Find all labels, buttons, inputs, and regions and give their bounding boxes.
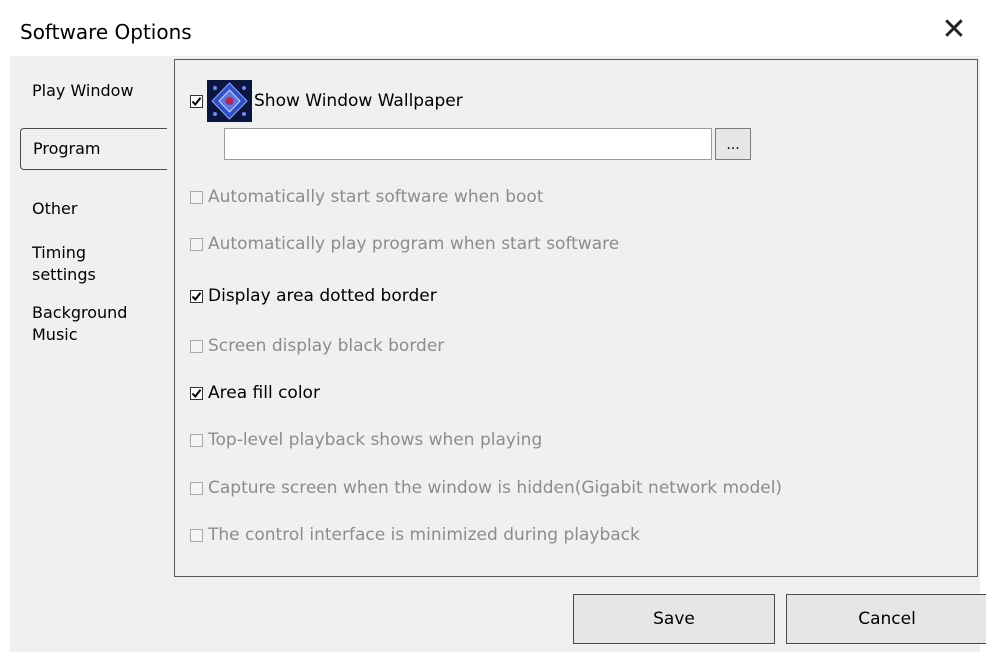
tab-background-music[interactable]: Background Music <box>20 300 170 356</box>
tab-program[interactable]: Program <box>20 128 167 170</box>
browse-button[interactable]: ... <box>715 128 751 160</box>
window-title: Software Options <box>20 20 192 44</box>
option-capture-hidden[interactable]: Capture screen when the window is hidden… <box>190 477 782 499</box>
check-icon <box>191 96 202 106</box>
tab-label: Background Music <box>32 303 128 344</box>
checkbox[interactable] <box>190 289 203 303</box>
checkbox[interactable] <box>190 386 203 400</box>
close-icon[interactable]: ✕ <box>936 12 972 48</box>
option-auto-play-program[interactable]: Automatically play program when start so… <box>190 233 619 255</box>
option-black-border[interactable]: Screen display black border <box>190 335 444 357</box>
save-button[interactable]: Save <box>573 594 775 644</box>
option-label: Area fill color <box>208 383 320 403</box>
tab-other[interactable]: Other <box>20 194 170 222</box>
show-wallpaper-label: Show Window Wallpaper <box>254 91 463 111</box>
tab-timing-settings[interactable]: Timing settings <box>20 240 170 296</box>
checkbox[interactable] <box>190 433 203 447</box>
show-wallpaper-checkbox[interactable] <box>190 94 203 108</box>
wallpaper-pattern-icon <box>207 80 252 122</box>
option-dotted-border[interactable]: Display area dotted border <box>190 285 437 307</box>
checkbox[interactable] <box>190 339 203 353</box>
show-wallpaper-option[interactable]: Show Window Wallpaper <box>190 80 463 122</box>
wallpaper-path-input[interactable] <box>224 128 712 160</box>
check-icon <box>191 388 202 398</box>
option-area-fill-color[interactable]: Area fill color <box>190 382 320 404</box>
option-label: Automatically play program when start so… <box>208 234 620 254</box>
option-label: Display area dotted border <box>208 286 437 306</box>
option-top-level-playback[interactable]: Top-level playback shows when playing <box>190 429 542 451</box>
cancel-button[interactable]: Cancel <box>786 594 986 644</box>
check-icon <box>191 291 202 301</box>
option-label: The control interface is minimized durin… <box>208 525 640 545</box>
option-label: Capture screen when the window is hidden… <box>208 478 783 498</box>
tab-label: Program <box>33 139 101 158</box>
tab-label: Other <box>32 199 78 218</box>
option-label: Automatically start software when boot <box>208 187 544 207</box>
software-options-dialog: Software Options ✕ Play Window Program O… <box>10 4 986 652</box>
checkbox[interactable] <box>190 528 203 542</box>
tab-label: Play Window <box>32 81 134 100</box>
option-auto-start-boot[interactable]: Automatically start software when boot <box>190 186 544 208</box>
tab-label: Timing settings <box>32 243 96 284</box>
checkbox[interactable] <box>190 481 203 495</box>
option-label: Screen display black border <box>208 336 445 356</box>
tab-play-window[interactable]: Play Window <box>20 76 170 124</box>
wallpaper-thumbnail <box>207 80 252 122</box>
option-minimize-control[interactable]: The control interface is minimized durin… <box>190 524 640 546</box>
title-bar: Software Options ✕ <box>10 4 980 56</box>
option-label: Top-level playback shows when playing <box>208 430 543 450</box>
checkbox[interactable] <box>190 190 203 204</box>
checkbox[interactable] <box>190 237 203 251</box>
